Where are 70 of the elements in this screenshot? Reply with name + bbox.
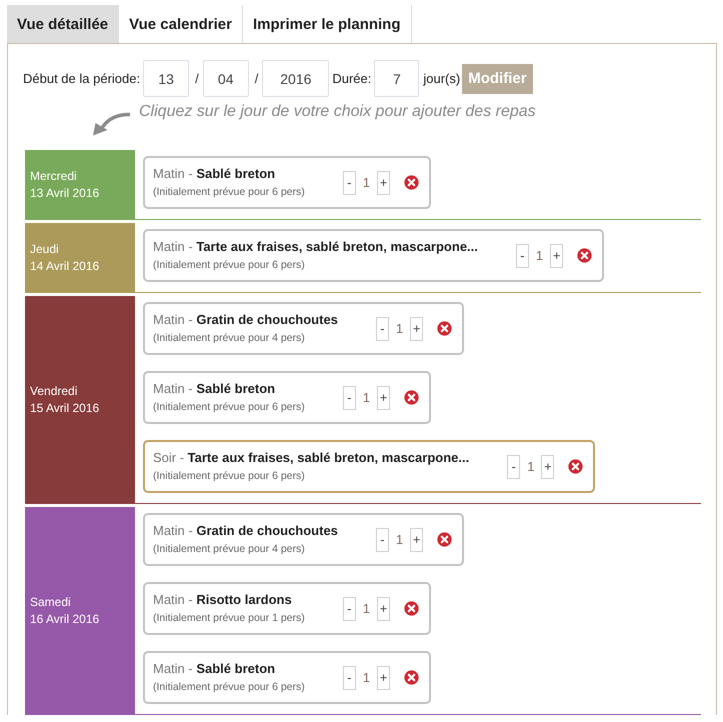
decrement-button[interactable]: - [342, 596, 356, 620]
meal-title: Matin - Sablé breton [153, 380, 276, 398]
date-text: 16 Avril 2016 [30, 610, 100, 628]
date-separator: / [254, 71, 258, 86]
delete-icon[interactable] [404, 670, 419, 685]
meal-note: (Initialement prévue pour 4 pers) [153, 331, 306, 346]
day-header[interactable]: Vendredi 15 Avril 2016 [25, 296, 135, 503]
weekday-text: Samedi [30, 594, 72, 610]
unit-label: jour(s) [423, 71, 460, 86]
hint-text: Cliquez sur le jour de votre choix pour ajouter des repas [139, 102, 536, 122]
weekday-text: Mercredi [30, 168, 78, 184]
decrement-button[interactable]: - [516, 244, 529, 268]
increment-button[interactable]: + [376, 386, 390, 410]
meal-note: (Initialement prévue pour 6 pers) [153, 258, 306, 273]
weekday-text: Jeudi [30, 240, 60, 258]
quantity-value: 1 [527, 459, 534, 474]
delete-icon[interactable] [404, 601, 419, 616]
duration-label: Durée: [332, 71, 372, 86]
quantity-value: 1 [362, 390, 370, 405]
increment-button[interactable]: + [376, 596, 390, 620]
duration-input[interactable]: 7 [374, 60, 420, 97]
decrement-button[interactable]: - [376, 528, 389, 552]
quantity-value: 1 [396, 321, 404, 336]
curved-arrow-icon [92, 112, 130, 136]
meal-note: (Initialement prévue pour 4 pers) [153, 542, 306, 557]
quantity-value: 1 [362, 670, 370, 685]
decrement-button[interactable]: - [507, 454, 520, 478]
meal-title: Matin - Sablé breton [153, 660, 276, 678]
meal-note: (Initialement prévue pour 6 pers) [153, 185, 305, 200]
delete-icon[interactable] [404, 390, 419, 405]
period-label: Début de la période: [23, 71, 140, 86]
increment-button[interactable]: + [410, 528, 424, 552]
date-separator: / [195, 71, 199, 86]
meal-title: Matin - Sablé breton [153, 165, 276, 183]
quantity-value: 1 [362, 601, 370, 616]
increment-button[interactable]: + [541, 454, 554, 478]
delete-icon[interactable] [577, 248, 592, 263]
weekday-text: Vendredi [30, 382, 78, 400]
delete-icon[interactable] [404, 175, 419, 190]
quantity-value: 1 [396, 532, 404, 547]
decrement-button[interactable]: - [342, 386, 356, 410]
date-text: 13 Avril 2016 [30, 184, 100, 202]
meal-title: Matin - Tarte aux fraises, sablé breton, mascarpone... [153, 238, 478, 256]
meal-note: (Initialement prévue pour 6 pers) [153, 680, 305, 695]
day-header[interactable]: Samedi 16 Avril 2016 [25, 507, 135, 714]
meal-note: (Initialement prévue pour 1 pers) [153, 611, 305, 626]
meal-title: Soir - Tarte aux fraises, sablé breton, mascarpone... [153, 449, 470, 467]
date-text: 14 Avril 2016 [30, 258, 100, 274]
quantity-value: 1 [536, 248, 544, 263]
delete-icon[interactable] [437, 532, 452, 547]
month-input[interactable]: 04 [202, 60, 249, 97]
decrement-button[interactable]: - [376, 316, 389, 340]
year-input[interactable]: 2016 [262, 60, 330, 97]
increment-button[interactable]: + [376, 666, 390, 690]
meal-title: Matin - Risotto lardons [153, 591, 293, 609]
increment-button[interactable]: + [550, 244, 564, 268]
tab[interactable]: Vue détaillée [7, 5, 120, 43]
meal-title: Matin - Gratin de chouchoutes [153, 311, 338, 329]
quantity-value: 1 [362, 175, 370, 190]
increment-button[interactable]: + [376, 170, 390, 194]
meal-note: (Initialement prévue pour 6 pers) [153, 469, 306, 484]
decrement-button[interactable]: - [342, 170, 356, 194]
day-input[interactable]: 13 [143, 60, 190, 97]
delete-icon[interactable] [568, 459, 584, 474]
delete-icon[interactable] [437, 321, 452, 336]
meal-note: (Initialement prévue pour 6 pers) [153, 400, 305, 415]
decrement-button[interactable]: - [342, 666, 356, 690]
date-text: 15 Avril 2016 [30, 400, 100, 416]
meal-title: Matin - Gratin de chouchoutes [153, 522, 338, 540]
increment-button[interactable]: + [410, 316, 424, 340]
